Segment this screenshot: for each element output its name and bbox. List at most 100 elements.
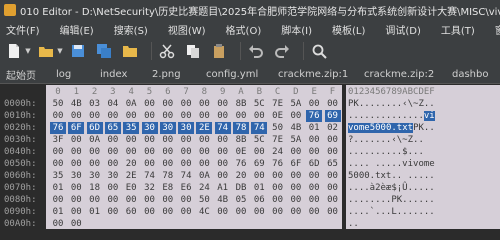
hex-byte[interactable]: 00 xyxy=(306,206,322,218)
hex-byte[interactable]: 01 xyxy=(251,182,267,194)
hex-byte[interactable]: 01 xyxy=(306,122,322,134)
hex-byte[interactable]: 05 xyxy=(233,194,249,206)
hex-byte[interactable]: 00 xyxy=(160,146,176,158)
hex-byte[interactable]: 00 xyxy=(50,146,66,158)
ascii-row[interactable]: ........PK...... xyxy=(348,194,435,206)
hex-byte[interactable]: 00 xyxy=(215,98,231,110)
hex-byte[interactable]: 24 xyxy=(270,146,286,158)
menu-item[interactable]: 工具(T) xyxy=(441,22,475,37)
hex-byte[interactable]: 00 xyxy=(325,194,341,206)
hex-byte[interactable]: 00 xyxy=(233,206,249,218)
hex-byte[interactable]: 74 xyxy=(142,170,158,182)
hex-byte[interactable]: 65 xyxy=(104,122,121,134)
hex-byte[interactable]: 00 xyxy=(50,110,66,122)
hex-byte[interactable]: 00 xyxy=(196,134,212,146)
hex-byte[interactable]: 32 xyxy=(142,182,158,194)
hex-byte[interactable]: 00 xyxy=(325,98,341,110)
hex-byte[interactable]: 00 xyxy=(325,146,341,158)
hex-byte[interactable]: 00 xyxy=(288,170,304,182)
undo-icon[interactable] xyxy=(246,41,266,61)
file-tab[interactable]: 起始页 xyxy=(0,65,50,83)
hex-byte[interactable]: 00 xyxy=(68,110,84,122)
ascii-row[interactable]: .. xyxy=(348,218,359,230)
hex-byte[interactable]: 00 xyxy=(105,206,121,218)
hex-byte[interactable]: 03 xyxy=(87,98,103,110)
hex-byte[interactable]: 00 xyxy=(123,146,139,158)
hex-byte[interactable]: 00 xyxy=(68,158,84,170)
hex-byte[interactable]: 74 xyxy=(251,122,268,134)
hex-byte[interactable]: 00 xyxy=(251,170,267,182)
hex-byte[interactable]: 30 xyxy=(105,170,121,182)
hex-byte[interactable]: 6F xyxy=(288,158,304,170)
hex-byte[interactable]: 00 xyxy=(123,194,139,206)
hex-byte[interactable]: 0E xyxy=(270,110,286,122)
hex-byte[interactable]: 00 xyxy=(178,134,194,146)
hex-byte[interactable]: 00 xyxy=(215,206,231,218)
hex-byte[interactable]: 76 xyxy=(270,158,286,170)
hex-byte[interactable]: 00 xyxy=(288,194,304,206)
hex-byte[interactable]: 00 xyxy=(325,206,341,218)
hex-byte[interactable]: 2E xyxy=(123,170,139,182)
hex-byte[interactable]: 00 xyxy=(105,182,121,194)
file-tab[interactable]: crackme.zip:1 xyxy=(272,65,358,83)
hex-byte[interactable]: 00 xyxy=(251,206,267,218)
hex-byte[interactable]: 00 xyxy=(105,194,121,206)
hex-byte[interactable]: 00 xyxy=(160,194,176,206)
ascii-row[interactable]: ..............vi xyxy=(348,110,435,122)
hex-byte[interactable]: 00 xyxy=(288,206,304,218)
hex-byte[interactable]: 78 xyxy=(233,122,249,134)
hex-byte[interactable]: 50 xyxy=(50,98,66,110)
ascii-row[interactable]: vome5000.txtPK.. xyxy=(348,122,435,134)
hex-byte[interactable]: 00 xyxy=(160,206,176,218)
hex-byte[interactable]: 0E xyxy=(233,146,249,158)
hex-byte[interactable]: 00 xyxy=(270,194,286,206)
hex-byte[interactable]: 00 xyxy=(306,146,322,158)
hex-byte[interactable]: 30 xyxy=(87,170,103,182)
new-file-dropdown-icon[interactable]: ▼ xyxy=(24,41,32,61)
hex-byte[interactable]: 00 xyxy=(178,146,194,158)
hex-byte[interactable]: 24 xyxy=(196,182,212,194)
hex-byte[interactable]: 50 xyxy=(196,194,212,206)
hex-byte[interactable]: 30 xyxy=(159,122,176,134)
hex-byte[interactable]: 74 xyxy=(214,122,231,134)
hex-byte[interactable]: 5C xyxy=(251,98,267,110)
hex-byte[interactable]: 02 xyxy=(325,122,341,134)
hex-byte[interactable]: 00 xyxy=(105,134,121,146)
hex-byte[interactable]: 00 xyxy=(160,134,176,146)
hex-byte[interactable]: 7E xyxy=(270,98,286,110)
hex-byte[interactable]: 00 xyxy=(325,170,341,182)
hex-byte[interactable]: 00 xyxy=(215,146,231,158)
hex-byte[interactable]: 8B xyxy=(233,134,249,146)
ascii-row[interactable]: ?.......‹\~Z.. xyxy=(348,134,424,146)
ascii-row[interactable]: PK........‹\~Z.. xyxy=(348,98,435,110)
hex-byte[interactable]: 65 xyxy=(325,158,341,170)
open-folder-icon[interactable] xyxy=(36,41,56,61)
save-icon[interactable] xyxy=(68,41,88,61)
hex-byte[interactable]: 00 xyxy=(196,158,212,170)
hex-byte[interactable]: 01 xyxy=(50,182,66,194)
hex-byte[interactable]: 00 xyxy=(288,110,304,122)
hex-byte[interactable]: 3F xyxy=(50,134,66,146)
file-tab[interactable]: dashbo xyxy=(446,65,489,83)
hex-byte[interactable]: E6 xyxy=(178,182,194,194)
hex-byte[interactable]: 00 xyxy=(196,146,212,158)
hex-byte[interactable]: 5A xyxy=(288,98,304,110)
hex-byte[interactable]: 00 xyxy=(160,110,176,122)
hex-byte[interactable]: 00 xyxy=(123,134,139,146)
menu-item[interactable]: 调试(D) xyxy=(385,22,421,37)
hex-byte[interactable]: 00 xyxy=(215,134,231,146)
menu-item[interactable]: 窗口(W) xyxy=(495,22,500,37)
hex-byte[interactable]: 00 xyxy=(142,134,158,146)
hex-byte[interactable]: E0 xyxy=(123,182,139,194)
hex-byte[interactable]: 00 xyxy=(178,206,194,218)
hex-byte[interactable]: 00 xyxy=(178,98,194,110)
hex-byte[interactable]: 00 xyxy=(215,158,231,170)
menu-item[interactable]: 编辑(E) xyxy=(60,22,94,37)
hex-byte[interactable]: A1 xyxy=(215,182,231,194)
hex-byte[interactable]: 00 xyxy=(142,158,158,170)
hex-byte[interactable]: 00 xyxy=(306,98,322,110)
menu-item[interactable]: 格式(O) xyxy=(226,22,262,37)
file-tab[interactable]: crackme.zip:2 xyxy=(358,65,446,83)
hex-byte[interactable]: 00 xyxy=(196,110,212,122)
hex-byte[interactable]: 00 xyxy=(87,158,103,170)
